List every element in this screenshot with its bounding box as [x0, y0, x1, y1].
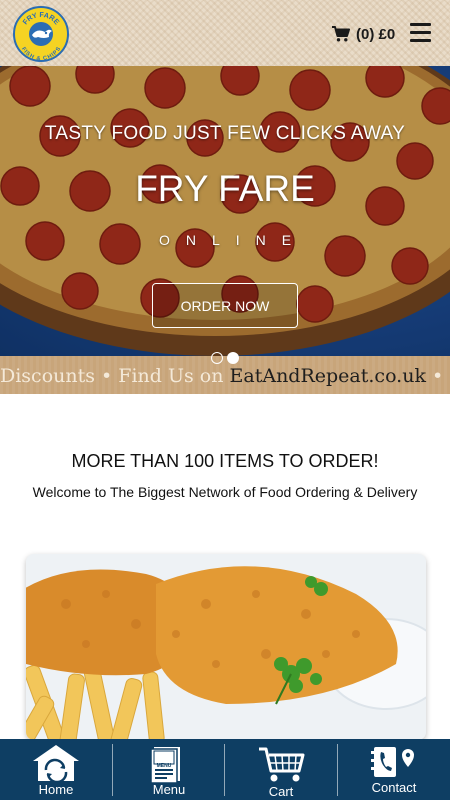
nav-menu-label: Menu: [152, 782, 186, 797]
section-heading: MORE THAN 100 ITEMS TO ORDER!: [71, 451, 379, 471]
nav-cart-label: Cart: [268, 784, 294, 799]
hero-banner: TASTY FOOD JUST FEW CLICKS AWAY FRY FARE…: [0, 66, 450, 356]
nav-menu[interactable]: MENU Menu: [113, 739, 225, 800]
carousel-dot-1[interactable]: [211, 352, 223, 364]
cart-icon: [259, 747, 305, 782]
order-now-button[interactable]: ORDER NOW: [152, 283, 298, 328]
top-header: FRY FARE FISH & CHIPS (0) £0: [0, 0, 450, 66]
nav-cart[interactable]: Cart: [225, 739, 337, 800]
logo-bottom-text: FISH & CHIPS: [20, 46, 62, 60]
nav-home-label: Home: [38, 782, 74, 797]
nav-home[interactable]: Home: [0, 739, 112, 800]
nav-contact[interactable]: Contact: [338, 739, 450, 800]
fish-and-chips-image: [26, 554, 426, 740]
ticker-brand-text: EatAndRepeat.co.uk: [229, 365, 426, 387]
fish-and-chips-card[interactable]: [26, 554, 426, 740]
logo-emblem-icon: FRY FARE FISH & CHIPS: [20, 10, 62, 60]
hero-subtitle: ONLINE: [158, 232, 308, 248]
section-subheading: Welcome to The Biggest Network of Food O…: [32, 484, 418, 500]
cart-icon: [332, 26, 350, 42]
hero-title: FRY FARE: [135, 168, 315, 209]
nav-contact-label: Contact: [371, 780, 417, 795]
hero-tagline: TASTY FOOD JUST FEW CLICKS AWAY: [44, 123, 406, 144]
contact-icon: [371, 747, 414, 777]
ticker-tail-text: • Exclus: [432, 365, 450, 387]
hamburger-menu-icon[interactable]: [410, 23, 431, 43]
menu-icon-text: MENU: [156, 763, 172, 769]
cart-summary: (0) £0: [356, 25, 396, 43]
header-cart-button[interactable]: (0) £0: [332, 24, 395, 44]
carousel-indicators: [211, 352, 241, 366]
bottom-navigation: Home MENU Menu Cart Contact: [0, 739, 450, 800]
carousel-dot-2-active[interactable]: [227, 352, 239, 364]
app-screen: FRY FARE FISH & CHIPS (0) £0 TASTY FOOD …: [0, 0, 450, 800]
home-icon: [33, 745, 79, 784]
menu-book-icon: [150, 747, 180, 784]
ticker-lead-text: Discounts • Find Us on: [0, 365, 230, 387]
fry-fare-logo[interactable]: FRY FARE FISH & CHIPS: [13, 6, 69, 62]
svg-text:FISH & CHIPS: FISH & CHIPS: [20, 46, 62, 60]
